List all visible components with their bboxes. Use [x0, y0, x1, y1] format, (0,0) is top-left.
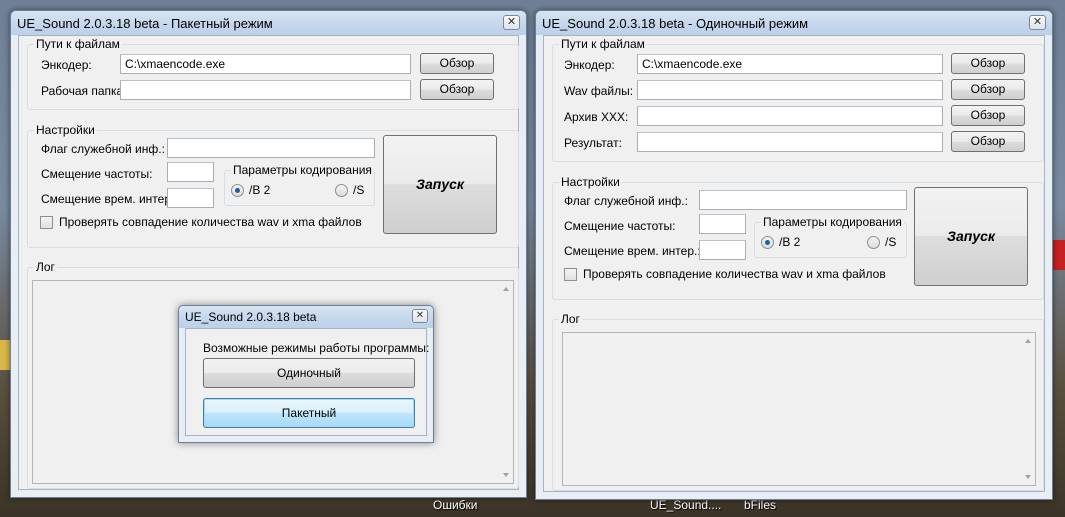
- batch-encoder-browse-button[interactable]: Обзор: [420, 53, 494, 74]
- batch-window-title: UE_Sound 2.0.3.18 beta - Пакетный режим: [17, 16, 273, 31]
- single-wav-label: Wav файлы:: [564, 84, 634, 98]
- single-radio-b2[interactable]: [761, 236, 774, 249]
- scroll-up-icon[interactable]: [1025, 339, 1031, 343]
- single-archive-label: Архив XXX:: [564, 110, 629, 124]
- single-archive-browse-button[interactable]: Обзор: [951, 105, 1025, 126]
- batch-titlebar[interactable]: UE_Sound 2.0.3.18 beta - Пакетный режим …: [11, 11, 526, 35]
- batch-radio-s-label[interactable]: /S: [353, 183, 364, 197]
- dialog-title: UE_Sound 2.0.3.18 beta: [185, 310, 317, 324]
- single-radio-s-label[interactable]: /S: [885, 235, 896, 249]
- single-encoding-group-label: Параметры кодирования: [761, 215, 904, 229]
- batch-check-count-label[interactable]: Проверять совпадение количества wav и xm…: [59, 215, 362, 229]
- close-icon: ✕: [415, 310, 425, 321]
- batch-encoding-group: Параметры кодирования /B 2 /S: [224, 163, 375, 206]
- dialog-close-button[interactable]: ✕: [412, 309, 428, 323]
- scroll-down-icon[interactable]: [1025, 475, 1031, 479]
- close-icon: ✕: [506, 16, 517, 28]
- single-check-count-label[interactable]: Проверять совпадение количества wav и xm…: [583, 267, 886, 281]
- batch-check-count-checkbox[interactable]: [40, 216, 53, 229]
- single-result-input[interactable]: [637, 132, 943, 152]
- batch-radio-s[interactable]: [335, 184, 348, 197]
- single-result-browse-button[interactable]: Обзор: [951, 131, 1025, 152]
- single-wav-input[interactable]: [637, 80, 943, 100]
- batch-encoder-label: Энкодер:: [41, 58, 92, 72]
- batch-close-button[interactable]: ✕: [503, 15, 520, 30]
- mode-dialog: UE_Sound 2.0.3.18 beta ✕ Возможные режим…: [178, 305, 434, 443]
- batch-log-group-label: Лог: [34, 260, 57, 274]
- batch-time-label: Смещение врем. интер.:: [41, 192, 178, 206]
- single-titlebar[interactable]: UE_Sound 2.0.3.18 beta - Одиночный режим…: [536, 11, 1052, 35]
- single-mode-button[interactable]: Одиночный: [203, 358, 415, 388]
- single-paths-group-label: Пути к файлам: [559, 37, 647, 51]
- single-result-label: Результат:: [564, 136, 622, 150]
- single-radio-b2-label[interactable]: /B 2: [779, 235, 800, 249]
- dialog-prompt: Возможные режимы работы программы:: [203, 341, 430, 355]
- single-wav-browse-button[interactable]: Обзор: [951, 79, 1025, 100]
- single-close-button[interactable]: ✕: [1029, 15, 1046, 30]
- single-client: Пути к файлам Энкодер: C:\xmaencode.exe …: [543, 35, 1045, 492]
- batch-time-input[interactable]: [167, 188, 214, 208]
- single-time-input[interactable]: [699, 240, 746, 260]
- batch-encoder-input[interactable]: C:\xmaencode.exe: [120, 54, 411, 74]
- desktop-label-bfiles[interactable]: bFiles: [744, 498, 776, 512]
- single-archive-input[interactable]: [637, 106, 943, 126]
- scroll-down-icon[interactable]: [503, 473, 509, 477]
- batch-encoding-group-label: Параметры кодирования: [231, 163, 374, 177]
- batch-freq-label: Смещение частоты:: [41, 167, 153, 181]
- single-flag-input[interactable]: [699, 190, 907, 210]
- batch-start-button[interactable]: Запуск: [383, 135, 497, 234]
- single-log-area[interactable]: [562, 332, 1036, 486]
- close-icon: ✕: [1032, 16, 1043, 28]
- single-window-title: UE_Sound 2.0.3.18 beta - Одиночный режим: [542, 16, 809, 31]
- single-settings-group-label: Настройки: [559, 175, 622, 189]
- batch-radio-b2[interactable]: [231, 184, 244, 197]
- single-paths-group: Пути к файлам Энкодер: C:\xmaencode.exe …: [552, 37, 1044, 162]
- single-check-count-checkbox[interactable]: [564, 268, 577, 281]
- single-log-group: Лог: [552, 312, 1044, 491]
- batch-radio-b2-label[interactable]: /B 2: [249, 183, 270, 197]
- single-freq-label: Смещение частоты:: [564, 219, 676, 233]
- desktop-label-errors[interactable]: Ошибки: [433, 498, 478, 512]
- single-encoder-input[interactable]: C:\xmaencode.exe: [637, 54, 943, 74]
- batch-settings-group-label: Настройки: [34, 123, 97, 137]
- single-log-group-label: Лог: [559, 312, 582, 326]
- single-radio-s[interactable]: [867, 236, 880, 249]
- single-start-button[interactable]: Запуск: [914, 187, 1028, 286]
- single-flag-label: Флаг служебной инф.:: [564, 194, 688, 208]
- single-window: UE_Sound 2.0.3.18 beta - Одиночный режим…: [535, 10, 1053, 500]
- batch-paths-group: Пути к файлам Энкодер: C:\xmaencode.exe …: [27, 37, 519, 110]
- batch-settings-group: Настройки Флаг служебной инф.: Смещение …: [27, 123, 519, 248]
- single-freq-input[interactable]: [699, 214, 746, 234]
- batch-flag-label: Флаг служебной инф.:: [41, 142, 165, 156]
- batch-freq-input[interactable]: [167, 162, 214, 182]
- batch-workdir-browse-button[interactable]: Обзор: [420, 79, 494, 100]
- scroll-up-icon[interactable]: [503, 287, 509, 291]
- single-encoding-group: Параметры кодирования /B 2 /S: [754, 215, 907, 258]
- batch-paths-group-label: Пути к файлам: [34, 37, 122, 51]
- single-settings-group: Настройки Флаг служебной инф.: Смещение …: [552, 175, 1044, 300]
- batch-workdir-label: Рабочая папка:: [41, 84, 127, 98]
- single-encoder-browse-button[interactable]: Обзор: [951, 53, 1025, 74]
- desktop-label-uesound[interactable]: UE_Sound....: [650, 498, 721, 512]
- dialog-client: Возможные режимы работы программы: Одино…: [185, 328, 430, 436]
- single-time-label: Смещение врем. интер.:: [564, 244, 701, 258]
- batch-flag-input[interactable]: [167, 138, 375, 158]
- batch-workdir-input[interactable]: [120, 80, 411, 100]
- batch-mode-button[interactable]: Пакетный: [203, 398, 415, 428]
- single-encoder-label: Энкодер:: [564, 58, 615, 72]
- dialog-titlebar[interactable]: UE_Sound 2.0.3.18 beta ✕: [179, 306, 433, 328]
